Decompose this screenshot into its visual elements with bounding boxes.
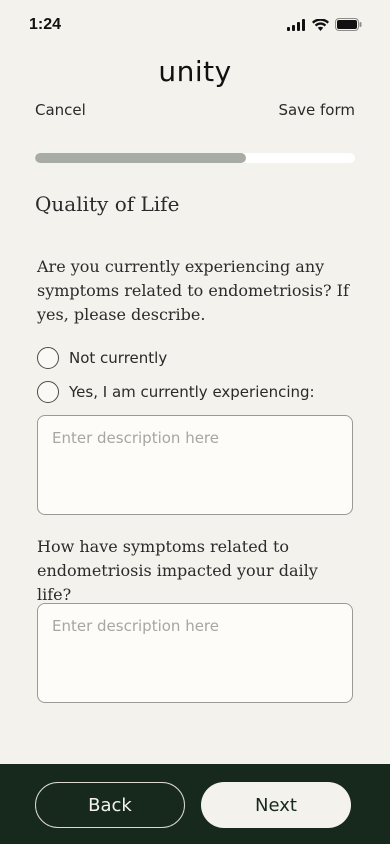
status-bar: 1:24: [0, 0, 390, 50]
signal-icon: [287, 18, 305, 31]
cancel-button[interactable]: Cancel: [35, 101, 86, 119]
radio-not-currently[interactable]: Not currently: [37, 347, 167, 369]
question-symptoms: Are you currently experiencing any sympt…: [37, 257, 349, 324]
daily-life-description-input[interactable]: [37, 603, 353, 703]
radio-yes-experiencing[interactable]: Yes, I am currently experiencing:: [37, 381, 315, 403]
progress-bar: [35, 153, 355, 163]
radio-label: Yes, I am currently experiencing:: [69, 383, 315, 401]
battery-icon: [335, 18, 362, 31]
next-button[interactable]: Next: [201, 782, 351, 828]
status-icons: [287, 18, 362, 31]
save-form-button[interactable]: Save form: [278, 101, 355, 119]
radio-circle[interactable]: [37, 381, 59, 403]
status-time: 1:24: [29, 16, 62, 33]
footer-bar: Back Next: [0, 764, 390, 844]
radio-label: Not currently: [69, 349, 168, 367]
symptoms-description-input[interactable]: [37, 415, 353, 515]
app-title: unity: [158, 55, 232, 88]
wifi-icon: [312, 18, 329, 31]
section-title: Quality of Life: [35, 192, 180, 216]
question-daily-life: How have symptoms related to endometrios…: [37, 537, 318, 604]
progress-bar-fill: [35, 153, 247, 163]
radio-circle[interactable]: [37, 347, 59, 369]
back-button[interactable]: Back: [35, 782, 185, 828]
